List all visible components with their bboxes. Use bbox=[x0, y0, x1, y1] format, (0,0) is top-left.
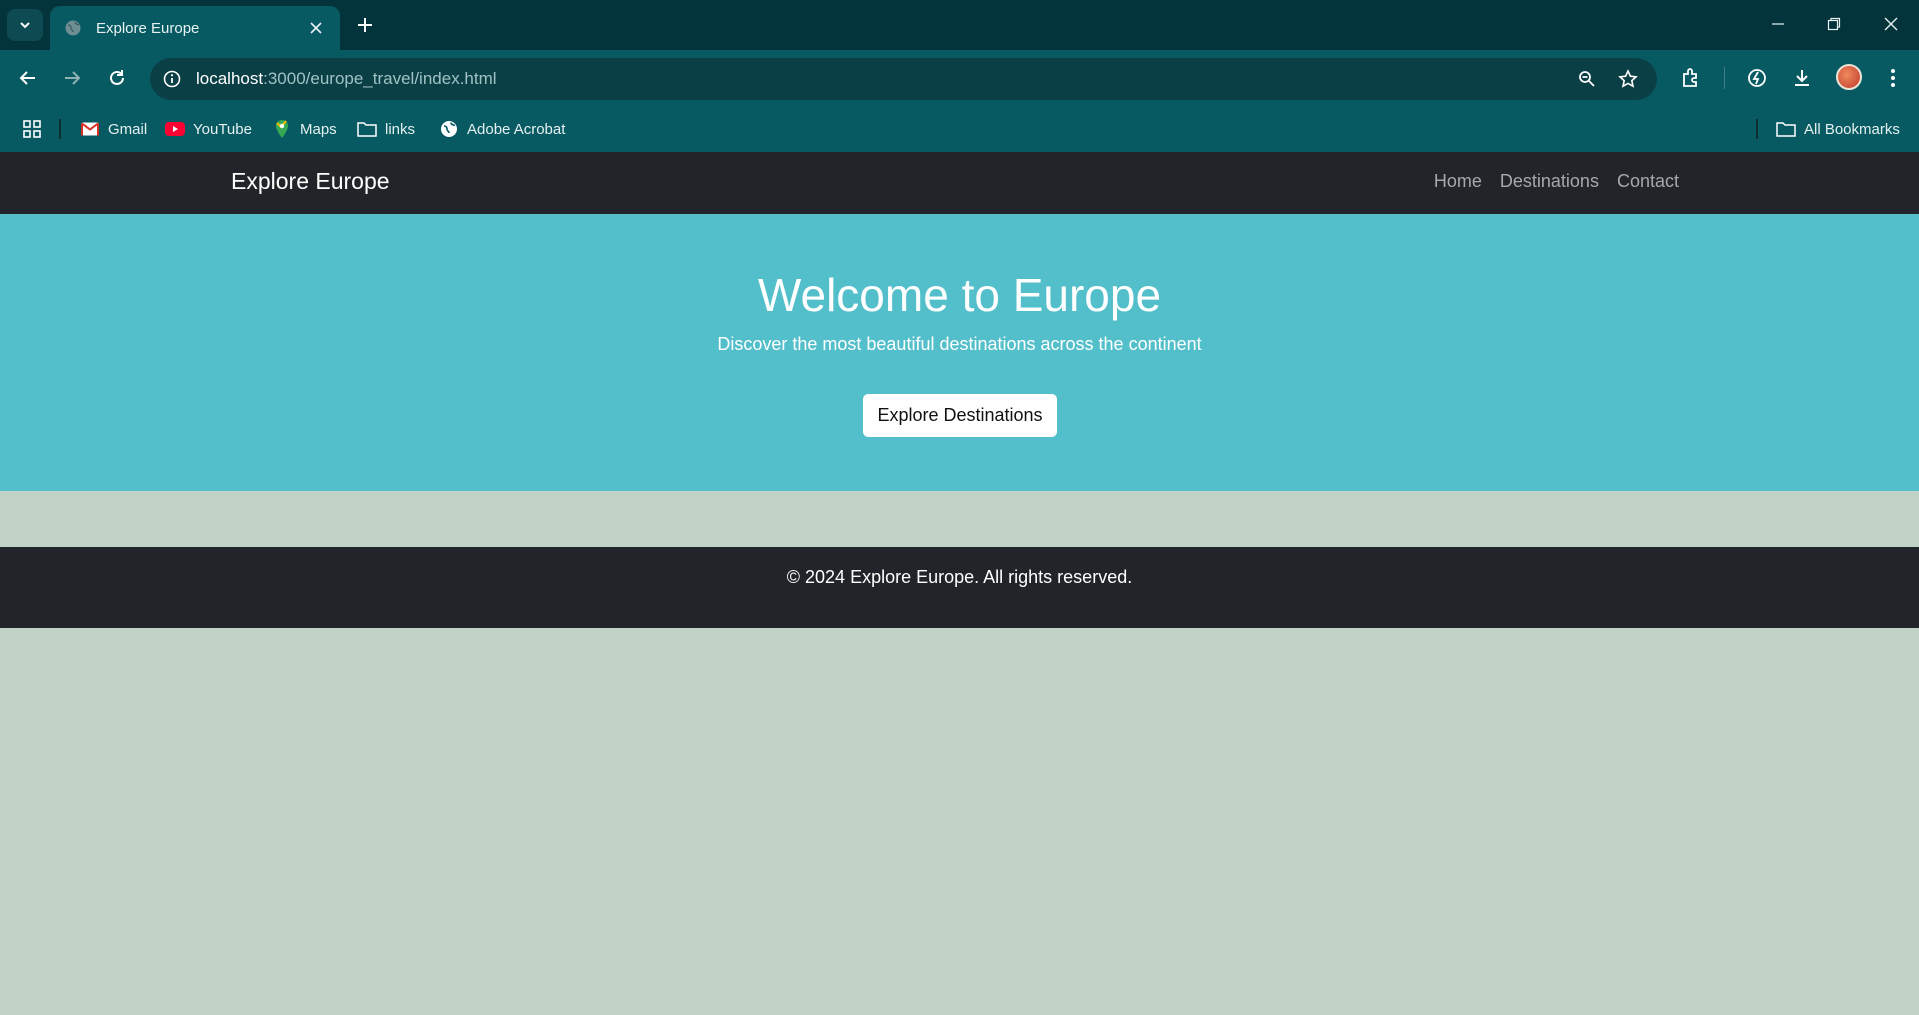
url-host: localhost bbox=[196, 69, 264, 88]
arrow-right-icon bbox=[65, 71, 81, 85]
bookmark-maps[interactable]: Maps bbox=[272, 117, 337, 141]
youtube-icon bbox=[165, 119, 185, 139]
tab-title: Explore Europe bbox=[96, 19, 200, 37]
toolbar-divider bbox=[1724, 67, 1725, 89]
nav-links: Home Destinations Contact bbox=[1434, 171, 1679, 192]
restore-icon bbox=[1827, 17, 1841, 31]
chevron-down-icon bbox=[20, 22, 30, 29]
forward-button[interactable] bbox=[56, 62, 88, 94]
site-navbar: Explore Europe Home Destinations Contact bbox=[0, 152, 1919, 214]
apps-grid-icon bbox=[23, 120, 41, 138]
gmail-icon bbox=[80, 119, 100, 139]
bookmark-label: Maps bbox=[300, 120, 337, 138]
download-icon[interactable] bbox=[1786, 62, 1818, 94]
bookmarks-bar: Gmail YouTube Maps links Adobe Acrobat A… bbox=[0, 106, 1919, 152]
site-info-icon[interactable] bbox=[160, 67, 184, 91]
folder-icon bbox=[357, 119, 377, 139]
bookmarks-divider bbox=[59, 119, 61, 139]
footer-copyright: © 2024 Explore Europe. All rights reserv… bbox=[786, 567, 1133, 587]
bookmark-links[interactable]: links bbox=[357, 117, 415, 141]
profile-avatar[interactable] bbox=[1836, 64, 1862, 90]
back-button[interactable] bbox=[12, 62, 44, 94]
all-bookmarks-button[interactable]: All Bookmarks bbox=[1776, 117, 1900, 141]
hero-subtitle: Discover the most beautiful destinations… bbox=[717, 334, 1202, 354]
arrow-left-icon bbox=[19, 71, 35, 85]
bookmark-label: links bbox=[385, 120, 416, 138]
browser-toolbar: localhost:3000/europe_travel/index.html bbox=[0, 50, 1919, 106]
browser-tab[interactable]: Explore Europe bbox=[50, 6, 340, 50]
nav-link-destinations[interactable]: Destinations bbox=[1500, 171, 1599, 192]
minimize-button[interactable] bbox=[1758, 8, 1798, 40]
new-tab-button[interactable] bbox=[352, 12, 378, 38]
bookmark-gmail[interactable]: Gmail bbox=[80, 117, 147, 141]
minimize-icon bbox=[1772, 23, 1784, 25]
all-bookmarks-label: All Bookmarks bbox=[1804, 120, 1900, 138]
bookmark-label: Adobe Acrobat bbox=[467, 120, 566, 138]
bookmark-label: YouTube bbox=[193, 120, 252, 138]
hero-title: Welcome to Europe bbox=[757, 269, 1162, 321]
globe-icon bbox=[65, 20, 81, 36]
globe-icon bbox=[439, 119, 459, 139]
site-brand[interactable]: Explore Europe bbox=[231, 168, 390, 195]
address-bar[interactable]: localhost:3000/europe_travel/index.html bbox=[150, 58, 1657, 100]
bookmark-label: Gmail bbox=[108, 120, 148, 138]
bookmark-adobe-acrobat[interactable]: Adobe Acrobat bbox=[439, 117, 565, 141]
site-footer: © 2024 Explore Europe. All rights reserv… bbox=[0, 547, 1919, 628]
menu-kebab-icon[interactable] bbox=[1877, 62, 1909, 94]
close-window-button[interactable] bbox=[1871, 8, 1911, 40]
url-text[interactable]: localhost:3000/europe_travel/index.html bbox=[196, 69, 497, 89]
url-path: :3000/europe_travel/index.html bbox=[263, 69, 497, 88]
nav-link-home[interactable]: Home bbox=[1434, 171, 1482, 192]
hero-section: Welcome to Europe Discover the most beau… bbox=[0, 214, 1919, 491]
extensions-icon[interactable] bbox=[1675, 62, 1707, 94]
nav-link-contact[interactable]: Contact bbox=[1617, 171, 1679, 192]
close-icon bbox=[1884, 17, 1898, 31]
maps-icon bbox=[272, 119, 292, 139]
tab-close-icon[interactable] bbox=[304, 16, 328, 40]
tab-strip: Explore Europe bbox=[0, 0, 1919, 50]
plus-icon bbox=[358, 18, 372, 32]
tab-search-button[interactable] bbox=[7, 9, 43, 41]
bookmark-star-icon[interactable] bbox=[1616, 67, 1640, 91]
bookmark-youtube[interactable]: YouTube bbox=[165, 117, 252, 141]
reload-icon bbox=[110, 70, 124, 85]
explore-destinations-button[interactable]: Explore Destinations bbox=[863, 394, 1057, 437]
performance-icon[interactable] bbox=[1741, 62, 1773, 94]
reload-button[interactable] bbox=[101, 62, 133, 94]
folder-icon bbox=[1776, 119, 1796, 139]
restore-button[interactable] bbox=[1814, 8, 1854, 40]
apps-button[interactable] bbox=[22, 117, 42, 141]
zoom-icon[interactable] bbox=[1575, 67, 1599, 91]
bookmarks-divider bbox=[1756, 119, 1758, 139]
